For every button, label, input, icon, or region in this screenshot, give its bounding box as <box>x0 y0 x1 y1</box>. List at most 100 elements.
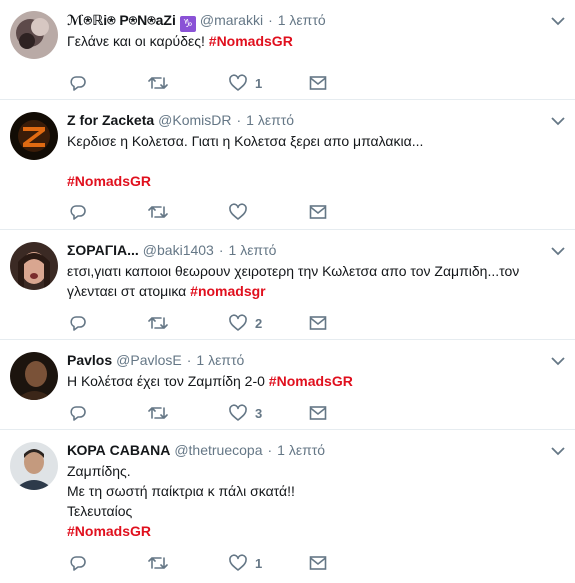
chevron-down-icon[interactable] <box>551 16 565 26</box>
timestamp[interactable]: 1 λεπτό <box>278 12 326 28</box>
tweet[interactable]: ΚΟΡΑ CABANA @thetruecopa · 1 λεπτό Ζαμπίδης… <box>0 430 575 583</box>
hashtag-link[interactable]: #nomadsgr <box>190 283 265 299</box>
reply-button[interactable] <box>69 313 87 333</box>
timestamp[interactable]: 1 λεπτό <box>229 242 277 258</box>
direct-message-button[interactable] <box>309 553 327 573</box>
capricorn-badge-icon: ♑ <box>179 16 196 32</box>
separator-dot: · <box>268 12 273 28</box>
tweet-line-text: Η Κολέτσα έχει τον Ζαμπίδη 2-0 <box>67 373 269 389</box>
timestamp[interactable]: 1 λεπτό <box>246 112 294 128</box>
separator-dot: · <box>267 442 273 458</box>
display-name[interactable]: Z for Zacketa <box>67 112 154 128</box>
tweet-text: Η Κολέτσα έχει τον Ζαμπίδη 2-0 #NomadsGR <box>67 371 557 391</box>
chevron-down-icon[interactable] <box>551 246 565 256</box>
tweet-line: Κερδισε η Κολετσα. Γιατι η Κολετσα ξερει… <box>67 131 557 151</box>
timestamp[interactable]: 1 λεπτό <box>277 442 325 458</box>
like-button[interactable]: 3 <box>229 403 262 423</box>
avatar[interactable] <box>10 11 58 59</box>
avatar-image <box>10 442 58 490</box>
reply-button[interactable] <box>69 73 87 93</box>
message-icon <box>309 556 327 570</box>
chevron-down-icon[interactable] <box>551 116 565 126</box>
tweet-line: Η Κολέτσα έχει τον Ζαμπίδη 2-0 #NomadsGR <box>67 371 557 391</box>
avatar-image <box>10 112 58 160</box>
hashtag-link[interactable]: #NomadsGR <box>269 373 353 389</box>
like-button[interactable]: 2 <box>229 313 262 333</box>
tweet-line: #NomadsGR <box>67 521 557 541</box>
tweet-line: Με τη σωστή παίκτρια κ πάλι σκατά!! <box>67 481 557 501</box>
tweet-line-text: Με τη σωστή παίκτρια κ πάλι σκατά!! <box>67 483 295 499</box>
tweet-header: ΣΟΡΑΓΙΑ... @baki1403 · 1 λεπτό <box>67 240 276 260</box>
retweet-button[interactable] <box>148 73 168 93</box>
tweet-actions: 2 <box>67 313 367 333</box>
direct-message-button[interactable] <box>309 202 327 222</box>
display-name[interactable]: ΚΟΡΑ CABANA <box>67 442 170 458</box>
like-count: 1 <box>255 75 263 91</box>
chevron-down-icon[interactable] <box>551 356 565 366</box>
tweet-actions <box>67 202 367 222</box>
heart-icon <box>229 404 247 421</box>
reply-icon <box>70 205 86 220</box>
retweet-icon <box>148 407 168 419</box>
tweet[interactable]: ΣΟΡΑΓΙΑ... @baki1403 · 1 λεπτό ετσι,γιατι κ… <box>0 230 575 340</box>
message-icon <box>309 76 327 90</box>
message-icon <box>309 406 327 420</box>
retweet-icon <box>148 317 168 329</box>
avatar[interactable] <box>10 242 58 290</box>
user-handle[interactable]: @marakki <box>200 12 263 28</box>
tweet[interactable]: ℳ⍟ℝi⍟ P⍟N⍟aZi ♑ @marakki · 1 λεπτό Γελάνε κα… <box>0 0 575 100</box>
retweet-button[interactable] <box>148 403 168 423</box>
hashtag-link[interactable]: #NomadsGR <box>67 173 151 189</box>
avatar-image <box>10 242 58 290</box>
like-button[interactable]: 1 <box>229 553 262 573</box>
reply-button[interactable] <box>69 553 87 573</box>
direct-message-button[interactable] <box>309 403 327 423</box>
retweet-icon <box>148 557 168 569</box>
separator-dot: · <box>236 112 242 128</box>
display-name[interactable]: ΣΟΡΑΓΙΑ... <box>67 242 139 258</box>
avatar[interactable] <box>10 442 58 490</box>
display-name[interactable]: Pavlos <box>67 352 112 368</box>
tweet-actions: 1 <box>67 553 367 573</box>
tweet-text: Γελάνε και οι καρύδες! #NomadsGR <box>67 31 557 51</box>
tweet-text: ετσι,γιατι καποιοι θεωρουν χειροτερη την… <box>67 261 557 301</box>
user-handle[interactable]: @PavlosE <box>116 352 182 368</box>
tweet-line: Γελάνε και οι καρύδες! #NomadsGR <box>67 31 557 51</box>
tweet[interactable]: Pavlos @PavlosE · 1 λεπτό Η Κολέτσα έχει το… <box>0 340 575 430</box>
heart-icon <box>229 74 247 91</box>
hashtag-link[interactable]: #NomadsGR <box>209 33 293 49</box>
display-name[interactable]: ℳ⍟ℝi⍟ P⍟N⍟aZi <box>67 12 176 28</box>
retweet-button[interactable] <box>148 313 168 333</box>
like-button[interactable] <box>229 202 255 222</box>
reply-icon <box>70 316 86 331</box>
user-handle[interactable]: @thetruecopa <box>174 442 262 458</box>
tweet-actions: 3 <box>67 403 367 423</box>
user-handle[interactable]: @baki1403 <box>143 242 214 258</box>
hashtag-link[interactable]: #NomadsGR <box>67 523 151 539</box>
tweet-header: ΚΟΡΑ CABANA @thetruecopa · 1 λεπτό <box>67 440 325 460</box>
like-button[interactable]: 1 <box>229 73 262 93</box>
avatar[interactable] <box>10 352 58 400</box>
reply-button[interactable] <box>69 403 87 423</box>
retweet-button[interactable] <box>148 202 168 222</box>
direct-message-button[interactable] <box>309 73 327 93</box>
tweet-line: γλενταει στ ατομικα #nomadsgr <box>67 281 557 301</box>
tweet[interactable]: Z for Zacketa @KomisDR · 1 λεπτό Κερδισε η … <box>0 100 575 230</box>
avatar[interactable] <box>10 112 58 160</box>
reply-button[interactable] <box>69 202 87 222</box>
like-count: 2 <box>255 315 263 331</box>
tweet-line-text: Γελάνε και οι καρύδες! <box>67 33 209 49</box>
chevron-down-icon[interactable] <box>551 446 565 456</box>
message-icon <box>309 316 327 330</box>
tweet-line-text: Τελευταίος <box>67 503 133 519</box>
reply-icon <box>70 556 86 571</box>
retweet-button[interactable] <box>148 553 168 573</box>
user-handle[interactable]: @KomisDR <box>158 112 231 128</box>
heart-icon <box>229 314 247 331</box>
tweet-header: Z for Zacketa @KomisDR · 1 λεπτό <box>67 110 294 130</box>
timestamp[interactable]: 1 λεπτό <box>196 352 244 368</box>
direct-message-button[interactable] <box>309 313 327 333</box>
tweet-line: Ζαμπίδης. <box>67 461 557 481</box>
message-icon <box>309 205 327 219</box>
tweet-line <box>67 151 557 171</box>
